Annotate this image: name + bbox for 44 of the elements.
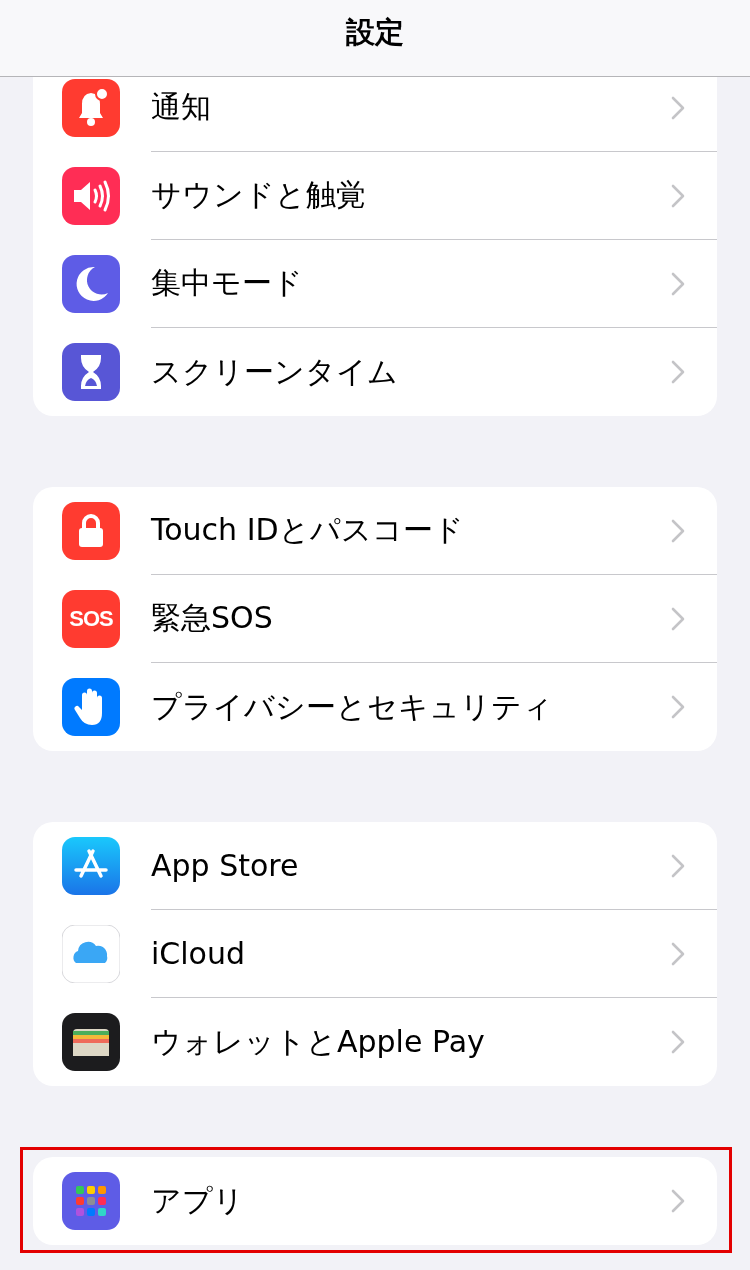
settings-row[interactable]: アプリ bbox=[33, 1157, 717, 1245]
row-label: サウンドと触覚 bbox=[151, 176, 366, 214]
row-label: 集中モード bbox=[151, 264, 303, 302]
row-label: App Store bbox=[151, 848, 299, 883]
settings-row[interactable]: プライバシーとセキュリティ bbox=[33, 663, 717, 751]
chevron-icon bbox=[671, 1030, 685, 1054]
app-store-icon bbox=[62, 837, 120, 895]
chevron-icon bbox=[671, 1189, 685, 1213]
settings-row[interactable]: iCloud bbox=[33, 910, 717, 998]
row-label: プライバシーとセキュリティ bbox=[151, 687, 553, 726]
row-label: Touch IDとパスコード bbox=[151, 511, 464, 549]
sos-icon: SOS bbox=[62, 590, 120, 648]
chevron-icon bbox=[671, 606, 685, 631]
wallet-icon bbox=[62, 1013, 120, 1071]
hand-icon bbox=[62, 678, 120, 736]
settings-row[interactable]: 集中モード bbox=[33, 240, 717, 328]
settings-row[interactable]: Touch IDとパスコード bbox=[33, 487, 717, 575]
chevron-icon bbox=[671, 518, 685, 543]
row-label: スクリーンタイム bbox=[151, 352, 398, 391]
settings-row[interactable]: スクリーンタイム bbox=[33, 328, 717, 416]
screen-title: 設定 bbox=[346, 14, 404, 51]
chevron-icon bbox=[671, 941, 685, 966]
settings-row[interactable]: App Store bbox=[33, 822, 717, 910]
row-label: 緊急SOS bbox=[151, 599, 273, 637]
row-label: アプリ bbox=[151, 1181, 244, 1220]
settings-row[interactable]: ウォレットとApple Pay bbox=[33, 998, 717, 1086]
moon-icon bbox=[62, 255, 120, 313]
settings-row[interactable]: 通知 bbox=[33, 77, 717, 152]
speaker-icon bbox=[62, 167, 120, 225]
cloud-icon bbox=[62, 925, 120, 983]
lock-icon bbox=[62, 502, 120, 560]
chevron-icon bbox=[671, 95, 685, 120]
app-grid-icon bbox=[62, 1172, 120, 1230]
row-label: ウォレットとApple Pay bbox=[151, 1022, 485, 1061]
chevron-icon bbox=[671, 360, 685, 384]
chevron-icon bbox=[671, 695, 685, 719]
row-label: 通知 bbox=[151, 88, 211, 126]
settings-row[interactable]: SOS 緊急SOS bbox=[33, 575, 717, 663]
chevron-icon bbox=[671, 183, 685, 208]
chevron-icon bbox=[671, 271, 685, 296]
settings-row[interactable]: サウンドと触覚 bbox=[33, 152, 717, 240]
row-label: iCloud bbox=[151, 936, 246, 971]
hourglass-icon bbox=[62, 343, 120, 401]
chevron-icon bbox=[671, 853, 685, 878]
